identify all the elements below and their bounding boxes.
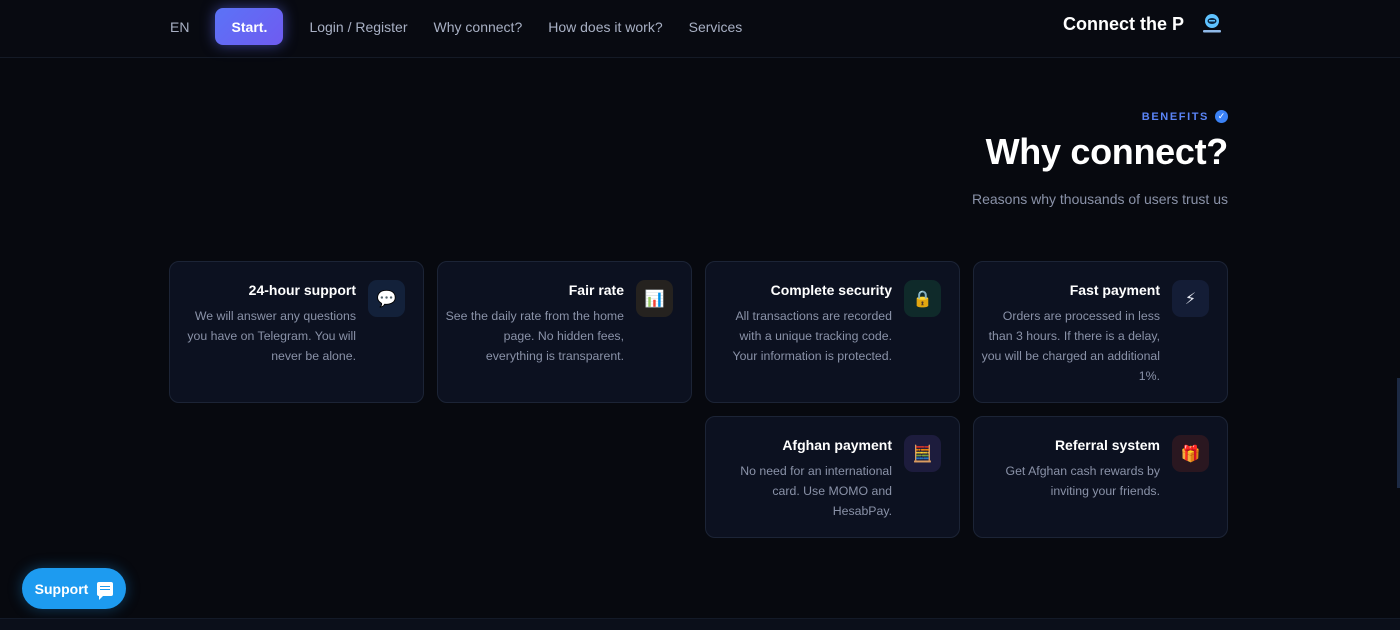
section-subtitle: Reasons why thousands of users trust us	[971, 191, 1228, 207]
brand[interactable]: Connect the P	[1063, 12, 1224, 36]
calculator-icon: 🧮	[904, 435, 941, 472]
brand-title: Connect the P	[1062, 13, 1184, 34]
nav-link-login[interactable]: Login / Register	[309, 19, 407, 35]
gift-icon: 🎁	[1172, 435, 1209, 472]
card-title: 24-hour support	[248, 282, 356, 298]
support-chat-button[interactable]: Support	[22, 568, 126, 609]
card-description: We will answer any questions you have on…	[187, 309, 356, 363]
card-description: Orders are processed in less than 3 hour…	[981, 309, 1160, 383]
eyebrow: BENEFITS ✓	[972, 110, 1228, 123]
eyebrow-label: BENEFITS	[1141, 110, 1209, 123]
card-description: See the daily rate from the home page. N…	[445, 309, 624, 363]
support-label: Support	[34, 580, 89, 597]
nav-link-services[interactable]: Services	[689, 19, 743, 35]
next-section-edge	[0, 618, 1400, 630]
card-description: All transactions are recorded with a uni…	[732, 309, 893, 363]
bar-chart-icon: 📊	[636, 280, 673, 317]
verified-check-icon: ✓	[1215, 110, 1228, 123]
nav-link-why-connect[interactable]: Why connect?	[434, 19, 523, 35]
benefit-card-fair-rate: 📊 Fair rate See the daily rate from the …	[437, 261, 692, 403]
nav-link-how-it-works[interactable]: How does it work?	[548, 19, 662, 35]
benefit-card-referral: 🎁 Referral system Get Afghan cash reward…	[973, 416, 1228, 538]
section-title: Why connect?	[985, 131, 1229, 172]
card-title: Fast payment	[1069, 282, 1160, 298]
card-title: Complete security	[770, 282, 892, 298]
card-description: No need for an international card. Use M…	[740, 464, 892, 518]
card-title: Referral system	[1054, 437, 1160, 453]
card-title: Fair rate	[568, 282, 624, 298]
start-button[interactable]: Start.	[215, 8, 284, 45]
main-nav: EN Start. Login / Register Why connect? …	[170, 8, 768, 45]
card-title: Afghan payment	[782, 437, 892, 453]
benefit-card-support: 💬 24-hour support We will answer any que…	[169, 261, 424, 403]
lightning-icon: ⚡	[1172, 280, 1209, 317]
benefit-card-afghan-payment: 🧮 Afghan payment No need for an internat…	[705, 416, 960, 538]
benefits-header: BENEFITS ✓ Why connect? Reasons why thou…	[972, 110, 1228, 207]
speech-bubble-icon: 💬	[368, 280, 405, 317]
brand-logo-icon	[1200, 12, 1224, 36]
card-description: Get Afghan cash rewards by inviting your…	[1005, 464, 1160, 498]
benefit-card-fast-payment: ⚡ Fast payment Orders are processed in l…	[973, 261, 1228, 403]
language-switcher[interactable]: EN	[170, 19, 189, 35]
chat-icon	[97, 581, 114, 600]
top-navbar: EN Start. Login / Register Why connect? …	[0, 0, 1400, 58]
benefit-card-security: 🔒 Complete security All transactions are…	[705, 261, 960, 403]
lock-icon: 🔒	[904, 280, 941, 317]
